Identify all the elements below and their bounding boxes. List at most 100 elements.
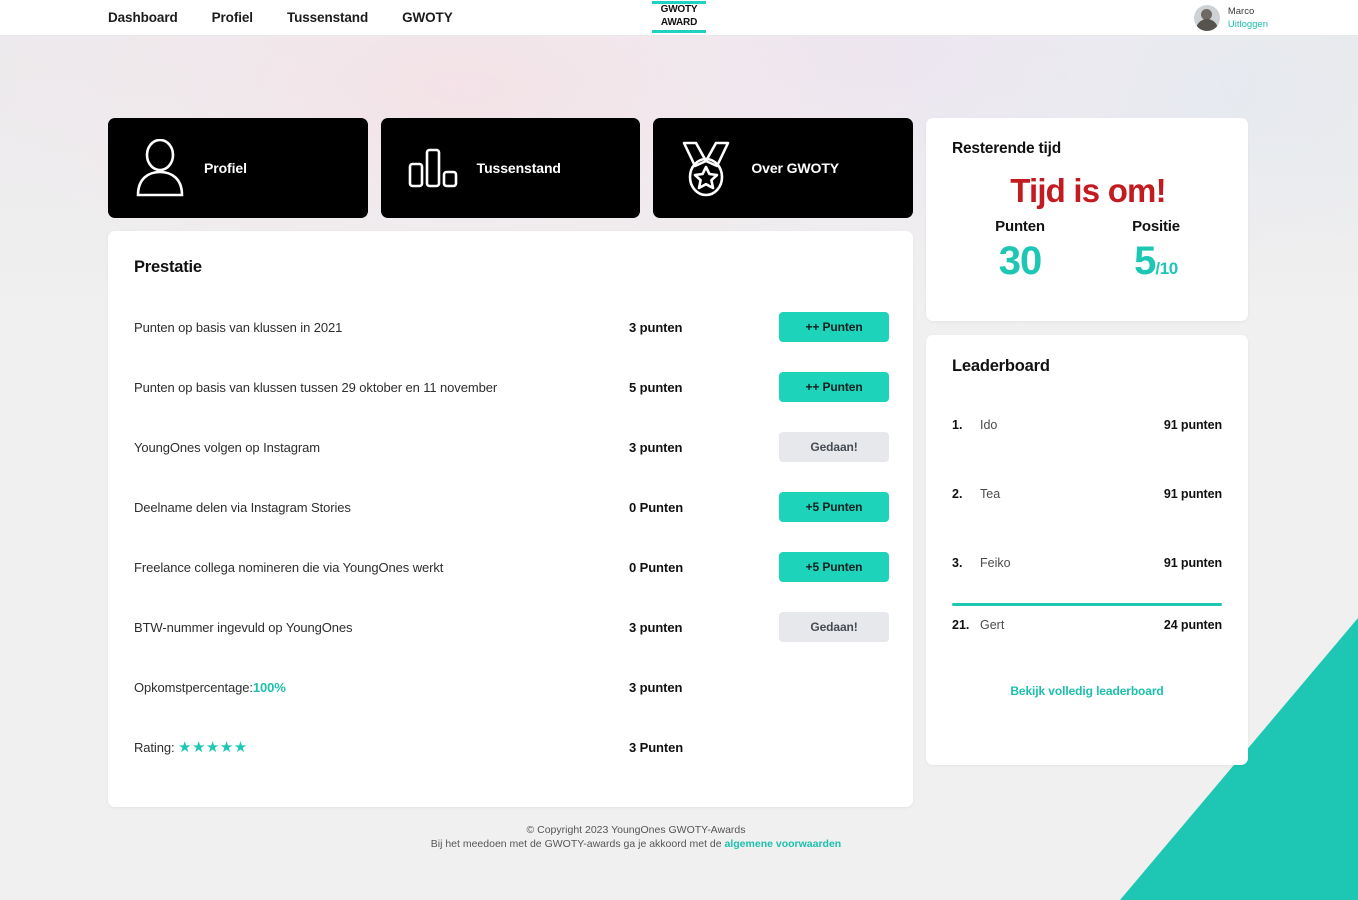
- stat-punten: Punten 30: [952, 218, 1088, 293]
- task-action: Gedaan!: [779, 432, 889, 462]
- main-nav: Dashboard Profiel Tussenstand GWOTY: [108, 10, 453, 25]
- add-points-button[interactable]: ++ Punten: [779, 372, 889, 402]
- avatar-head: [1201, 8, 1213, 20]
- task-points: 0 Punten: [629, 559, 684, 575]
- attendance-percentage: 100%: [252, 679, 286, 695]
- shortcut-card-profiel[interactable]: Profiel: [108, 118, 368, 218]
- leaderboard-rank: 2.: [952, 486, 963, 501]
- add-points-button[interactable]: +5 Punten: [779, 552, 889, 582]
- add-points-button[interactable]: ++ Punten: [779, 312, 889, 342]
- position-number: 5: [1134, 239, 1156, 283]
- task-row: YoungOnes volgen op Instagram 3 punten G…: [134, 417, 889, 477]
- shortcut-card-row: Profiel Tussenstand Over GWOTY: [108, 118, 914, 218]
- nav-link-gwoty[interactable]: GWOTY: [402, 10, 453, 25]
- task-action: Gedaan!: [779, 612, 889, 642]
- task-action: ++ Punten: [779, 372, 889, 402]
- avatar[interactable]: [1193, 4, 1220, 31]
- shortcut-card-over-gwoty[interactable]: Over GWOTY: [653, 118, 914, 218]
- task-points: 3 punten: [629, 319, 683, 335]
- stat-label-positie: Positie: [1132, 218, 1180, 235]
- leaderboard-rank: 3.: [952, 555, 963, 570]
- task-action: +5 Punten: [779, 552, 889, 582]
- shortcut-label-profiel: Profiel: [204, 160, 247, 176]
- nav-link-dashboard[interactable]: Dashboard: [108, 10, 178, 25]
- nav-link-tussenstand[interactable]: Tussenstand: [287, 10, 368, 25]
- leaderboard-name: Feiko: [980, 555, 1011, 570]
- stat-value-positie: 5/10: [1088, 237, 1224, 293]
- task-row-attendance: Opkomstpercentage:100% 3 punten: [134, 657, 889, 717]
- leaderboard-name: Tea: [980, 486, 1001, 501]
- leaderboard-points: 91 punten: [1163, 555, 1222, 570]
- footer-terms-line: Bij het meedoen met de GWOTY-awards ga j…: [0, 837, 1272, 851]
- shortcut-card-tussenstand[interactable]: Tussenstand: [380, 118, 641, 218]
- stat-value-punten: 30: [998, 239, 1043, 283]
- bar-chart-icon: [407, 142, 459, 194]
- task-row: Deelname delen via Instagram Stories 0 P…: [134, 477, 889, 537]
- stat-grid: Punten 30 Positie 5/10: [952, 218, 1224, 293]
- task-points: 3 punten: [629, 679, 683, 695]
- task-row: BTW-nummer ingevuld op YoungOnes 3 punte…: [134, 597, 889, 657]
- top-navigation-bar: Dashboard Profiel Tussenstand GWOTY GWOT…: [0, 0, 1358, 36]
- task-row: Freelance collega nomineren die via Youn…: [134, 537, 889, 597]
- task-action: ++ Punten: [779, 312, 889, 342]
- nav-link-profiel[interactable]: Profiel: [212, 10, 253, 25]
- user-icon: [134, 139, 186, 197]
- task-points: 0 Punten: [629, 499, 684, 515]
- time-status-text: Tijd is om!: [1010, 172, 1166, 209]
- task-label: YoungOnes volgen op Instagram: [134, 439, 320, 455]
- task-row: Punten op basis van klussen in 2021 3 pu…: [134, 297, 889, 357]
- leaderboard-row: 1. Ido 91 punten: [952, 390, 1222, 459]
- rating-label: Rating:: [134, 740, 175, 755]
- leaderboard-divider: [952, 603, 1222, 606]
- task-label: BTW-nummer ingevuld op YoungOnes: [134, 619, 353, 635]
- footer-terms-prefix: Bij het meedoen met de GWOTY-awards ga j…: [430, 838, 725, 850]
- footer: © Copyright 2023 YoungOnes GWOTY-Awards …: [0, 823, 1358, 851]
- terms-link[interactable]: algemene voorwaarden: [725, 838, 842, 850]
- logo-text-line1: GWOTY: [660, 4, 698, 15]
- shortcut-label-over-gwoty: Over GWOTY: [751, 160, 840, 176]
- stat-positie: Positie 5/10: [1088, 218, 1224, 293]
- leaderboard-points: 91 punten: [1163, 417, 1222, 432]
- user-meta: Marco Uitloggen: [1228, 6, 1268, 30]
- page-title: Prestatie: [134, 258, 202, 276]
- leaderboard-heading: Leaderboard: [952, 357, 1050, 375]
- task-label: Deelname delen via Instagram Stories: [134, 499, 351, 515]
- task-row: Punten op basis van klussen tussen 29 ok…: [134, 357, 889, 417]
- task-action: +5 Punten: [779, 492, 889, 522]
- done-badge-button: Gedaan!: [779, 432, 889, 462]
- prestatie-card: Prestatie Punten op basis van klussen in…: [108, 231, 913, 807]
- done-badge-button: Gedaan!: [779, 612, 889, 642]
- logo-text-line2: AWARD: [660, 16, 698, 28]
- add-points-button[interactable]: +5 Punten: [779, 492, 889, 522]
- task-points: 3 punten: [629, 439, 683, 455]
- leaderboard-name: Gert: [980, 617, 1005, 632]
- logout-link[interactable]: Uitloggen: [1228, 19, 1268, 30]
- leaderboard-row-self: 21. Gert 24 punten: [952, 608, 1222, 642]
- position-denominator: /10: [1155, 259, 1178, 278]
- view-full-leaderboard-link[interactable]: Bekijk volledig leaderboard: [952, 684, 1222, 698]
- footer-copyright: © Copyright 2023 YoungOnes GWOTY-Awards: [526, 824, 746, 836]
- logo-rule-bottom: [652, 30, 706, 33]
- leaderboard-row: 3. Feiko 91 punten: [952, 528, 1222, 597]
- avatar-body: [1195, 18, 1218, 31]
- leaderboard-rank: 21.: [952, 617, 970, 632]
- rating-stars: ★★★★★: [178, 739, 248, 756]
- user-name: Marco: [1227, 5, 1255, 17]
- left-column: Profiel Tussenstand Over GWOTY Prestatie…: [108, 118, 914, 807]
- gwoty-award-logo[interactable]: GWOTY AWARD: [652, 1, 706, 33]
- user-account-area: Marco Uitloggen: [1193, 4, 1268, 31]
- page-content: Profiel Tussenstand Over GWOTY Prestatie…: [0, 36, 1358, 807]
- task-label: Punten op basis van klussen in 2021: [134, 319, 343, 335]
- leaderboard-card: Leaderboard 1. Ido 91 punten 2. Tea 91 p…: [926, 335, 1248, 765]
- task-label: Opkomstpercentage:100%: [134, 680, 629, 695]
- right-column: Resterende tijd Tijd is om! Punten 30 Po…: [926, 118, 1248, 765]
- leaderboard-name: Ido: [980, 417, 998, 432]
- task-label: Rating: ★★★★★: [134, 738, 629, 756]
- task-points: 3 punten: [629, 619, 683, 635]
- attendance-label: Opkomstpercentage:: [134, 679, 253, 695]
- medal-star-icon: [679, 139, 733, 197]
- leaderboard-row: 2. Tea 91 punten: [952, 459, 1222, 528]
- task-label: Freelance collega nomineren die via Youn…: [134, 559, 444, 575]
- leaderboard-points: 24 punten: [1163, 617, 1222, 632]
- task-label: Punten op basis van klussen tussen 29 ok…: [134, 379, 498, 395]
